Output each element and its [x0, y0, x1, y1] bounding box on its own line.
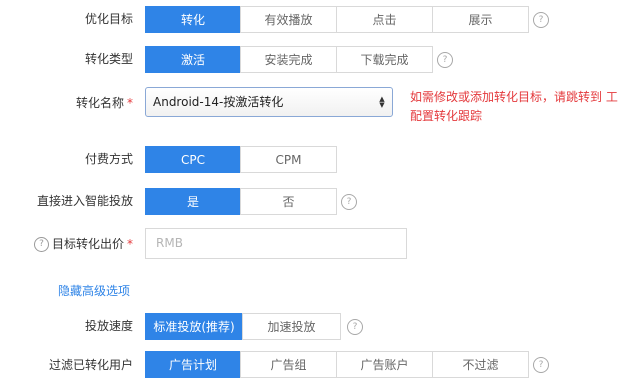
optimize-target-label: 优化目标 [84, 12, 133, 26]
pay-method-option-cpc[interactable]: CPC [145, 146, 241, 173]
target-bid-input[interactable]: RMB [145, 228, 407, 259]
conversion-type-label: 转化类型 [84, 52, 133, 66]
smart-delivery-help-icon[interactable]: ? [341, 194, 357, 210]
target-bid-help-icon[interactable]: ? [33, 237, 49, 252]
conversion-name-hint-line2: 配置转化跟踪 [410, 109, 483, 123]
optimize-target-option-click[interactable]: 点击 [336, 6, 433, 33]
filter-converted-segmented: 广告计划 广告组 广告账户 不过滤 [145, 351, 529, 378]
optimize-target-help-icon[interactable]: ? [533, 12, 549, 28]
optimize-target-option-impression[interactable]: 展示 [432, 6, 529, 33]
required-mark: * [127, 237, 133, 251]
filter-converted-option-account[interactable]: 广告账户 [336, 351, 433, 378]
conversion-type-option-download[interactable]: 下载完成 [336, 46, 433, 73]
conversion-name-select[interactable]: Android-14-按激活转化 ▲ ▼ [145, 87, 393, 117]
delivery-speed-option-accelerated[interactable]: 加速投放 [242, 313, 341, 340]
filter-converted-option-group[interactable]: 广告组 [240, 351, 337, 378]
smart-delivery-option-yes[interactable]: 是 [145, 188, 241, 215]
conversion-type-option-activate[interactable]: 激活 [145, 46, 241, 73]
filter-converted-option-plan[interactable]: 广告计划 [145, 351, 241, 378]
hide-advanced-options-link[interactable]: 隐藏高级选项 [58, 282, 130, 299]
filter-converted-option-none[interactable]: 不过滤 [432, 351, 529, 378]
target-bid-label-text: 目标转化出价 [51, 237, 124, 251]
conversion-name-label: 转化名称 * [0, 95, 133, 111]
delivery-speed-option-standard[interactable]: 标准投放(推荐) [145, 313, 243, 340]
smart-delivery-option-no[interactable]: 否 [240, 188, 337, 215]
conversion-type-help-icon[interactable]: ? [437, 52, 453, 68]
conversion-name-label-text: 转化名称 [75, 96, 124, 110]
conversion-type-segmented: 激活 安装完成 下载完成 [145, 46, 433, 73]
conversion-type-option-install[interactable]: 安装完成 [240, 46, 337, 73]
optimize-target-option-valid-play[interactable]: 有效播放 [240, 6, 337, 33]
conversion-name-hint-line1: 如需修改或添加转化目标，请跳转到 工 [410, 90, 618, 104]
conversion-name-selected-value: Android-14-按激活转化 [153, 95, 284, 109]
pay-method-segmented: CPC CPM [145, 146, 337, 173]
optimize-target-option-conversion[interactable]: 转化 [145, 6, 241, 33]
required-mark: * [127, 96, 133, 110]
optimize-target-segmented: 转化 有效播放 点击 展示 [145, 6, 529, 33]
delivery-speed-label: 投放速度 [84, 319, 133, 333]
delivery-speed-help-icon[interactable]: ? [347, 319, 363, 335]
filter-converted-help-icon[interactable]: ? [533, 357, 549, 373]
target-bid-label: ? 目标转化出价 * [0, 236, 133, 252]
conversion-name-hint: 如需修改或添加转化目标，请跳转到 工 配置转化跟踪 [410, 88, 640, 126]
pay-method-label: 付费方式 [84, 152, 133, 166]
smart-delivery-label: 直接进入智能投放 [36, 194, 133, 208]
pay-method-option-cpm[interactable]: CPM [240, 146, 337, 173]
smart-delivery-segmented: 是 否 [145, 188, 337, 215]
select-arrows-icon: ▲ ▼ [379, 95, 385, 109]
filter-converted-label: 过滤已转化用户 [48, 358, 133, 372]
delivery-speed-segmented: 标准投放(推荐) 加速投放 [145, 313, 341, 340]
